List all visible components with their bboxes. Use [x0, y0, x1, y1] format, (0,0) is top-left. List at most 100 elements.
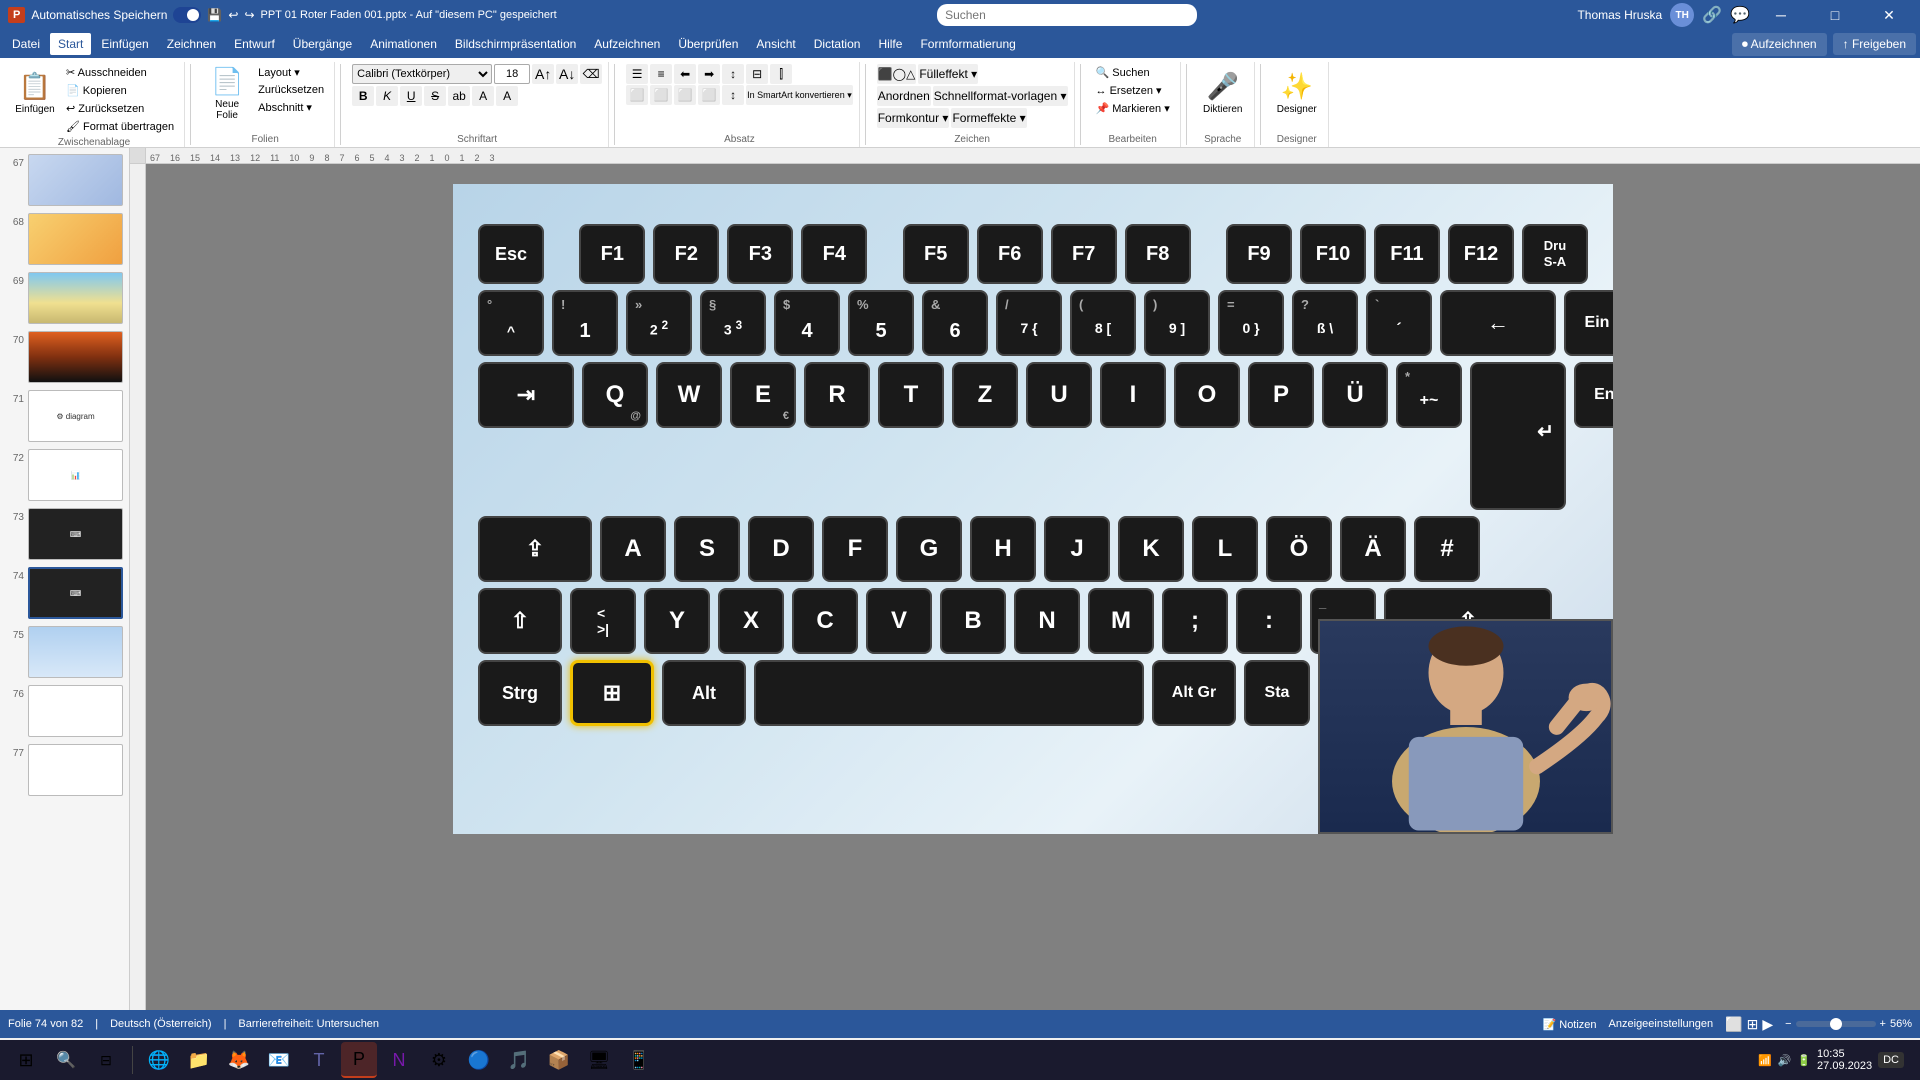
slide-thumb-68[interactable]: 68	[4, 211, 125, 267]
normal-view-button[interactable]: ⬜	[1725, 1016, 1742, 1033]
notes-button[interactable]: 📝 Notizen	[1542, 1018, 1596, 1031]
format-uebertragen-button[interactable]: 🖌 Format übertragen	[62, 118, 178, 135]
app1-button[interactable]: 🔵	[461, 1042, 497, 1078]
indent-increase-button[interactable]: ➡	[698, 64, 720, 84]
kopieren-button[interactable]: 📄 Kopieren	[62, 82, 178, 99]
formkontur-button[interactable]: Formkontur ▾	[877, 108, 950, 128]
menu-animationen[interactable]: Animationen	[362, 33, 445, 55]
aufzeichnen-button[interactable]: ⏺ Aufzeichnen	[1732, 33, 1827, 56]
close-button[interactable]: ✕	[1866, 0, 1912, 30]
zuruecksetzen-button[interactable]: ↩ Zurücksetzen	[62, 100, 178, 117]
font-increase-button[interactable]: A↑	[532, 64, 554, 84]
menu-bildschirm[interactable]: Bildschirmpräsentation	[447, 33, 584, 55]
app3-button[interactable]: 📦	[541, 1042, 577, 1078]
zoom-out-button[interactable]: −	[1785, 1018, 1791, 1030]
accessibility-indicator[interactable]: Barrierefreiheit: Untersuchen	[238, 1018, 379, 1030]
suchen-button[interactable]: 🔍 Suchen	[1092, 64, 1174, 81]
fuleffekt-button[interactable]: Fülleffekt ▾	[918, 64, 978, 84]
font-decrease-button[interactable]: A↓	[556, 64, 578, 84]
slide-thumb-77[interactable]: 77	[4, 742, 125, 798]
toolbar-save-icon[interactable]: 💾	[207, 8, 222, 22]
view-settings-button[interactable]: Anzeigeeinstellungen	[1609, 1018, 1714, 1030]
menu-entwurf[interactable]: Entwurf	[226, 33, 283, 55]
zoom-slider[interactable]	[1796, 1021, 1876, 1027]
underline-button[interactable]: U	[400, 86, 422, 106]
teams-button[interactable]: T	[301, 1042, 337, 1078]
smartart-button[interactable]: In SmartArt konvertieren ▾	[746, 85, 853, 105]
markieren-button[interactable]: 📌 Markieren ▾	[1092, 100, 1174, 117]
slide-thumb-74[interactable]: 74 ⌨	[4, 565, 125, 621]
font-size-input[interactable]	[494, 64, 530, 84]
menu-ansicht[interactable]: Ansicht	[748, 33, 803, 55]
ausschneiden-button[interactable]: ✂ Ausschneiden	[62, 64, 178, 81]
slide-thumb-76[interactable]: 76	[4, 683, 125, 739]
maximize-button[interactable]: □	[1812, 0, 1858, 30]
linespacing-button[interactable]: ↕	[722, 85, 744, 105]
explorer-button[interactable]: 📁	[181, 1042, 217, 1078]
shadow-button[interactable]: ab	[448, 86, 470, 106]
search-input[interactable]	[937, 4, 1197, 26]
powerpoint-taskbar-button[interactable]: P	[341, 1042, 377, 1078]
shapes-button[interactable]: ⬛◯△	[877, 64, 917, 84]
slide-sorter-button[interactable]: ⊞	[1747, 1016, 1759, 1033]
language-indicator[interactable]: Deutsch (Österreich)	[110, 1018, 211, 1030]
slide-thumb-75[interactable]: 75	[4, 624, 125, 680]
autosave-toggle[interactable]	[173, 7, 201, 23]
toolbar-redo-icon[interactable]: ↪	[244, 8, 254, 22]
align-center-button[interactable]: ⬜	[650, 85, 672, 105]
designer-button[interactable]: ✨ Designer	[1272, 64, 1322, 122]
diktieren-button[interactable]: 🎤 Diktieren	[1198, 64, 1248, 122]
ersetzen-button[interactable]: ↔ Ersetzen ▾	[1092, 82, 1174, 99]
slide-thumb-69[interactable]: 69	[4, 270, 125, 326]
abschnitt-button[interactable]: Abschnitt ▾	[254, 99, 328, 116]
fontcolor-button[interactable]: A	[472, 86, 494, 106]
slide-thumb-67[interactable]: 67	[4, 152, 125, 208]
menu-datei[interactable]: Datei	[4, 33, 48, 55]
indent-decrease-button[interactable]: ⬅	[674, 64, 696, 84]
menu-aufzeichnen[interactable]: Aufzeichnen	[586, 33, 668, 55]
numlist-button[interactable]: ≡	[650, 64, 672, 84]
onenote-button[interactable]: N	[381, 1042, 417, 1078]
schnellformatvorlagen-button[interactable]: Schnellformat-vorlagen ▾	[933, 86, 1068, 106]
bold-button[interactable]: B	[352, 86, 374, 106]
list-button[interactable]: ☰	[626, 64, 648, 84]
mail-button[interactable]: 📧	[261, 1042, 297, 1078]
strikethrough-button[interactable]: S	[424, 86, 446, 106]
comments-icon[interactable]: 💬	[1730, 5, 1750, 25]
search-taskbar-button[interactable]: 🔍	[48, 1042, 84, 1078]
firefox-button[interactable]: 🦊	[221, 1042, 257, 1078]
justify-button[interactable]: ⬜	[698, 85, 720, 105]
menu-start[interactable]: Start	[50, 33, 91, 55]
menu-dictation[interactable]: Dictation	[806, 33, 869, 55]
einfuegen-button[interactable]: 📋 Einfügen	[10, 64, 60, 122]
app5-button[interactable]: 📱	[621, 1042, 657, 1078]
share-icon[interactable]: 🔗	[1702, 5, 1722, 25]
app4-button[interactable]: 🖥	[581, 1042, 617, 1078]
menu-formformatierung[interactable]: Formformatierung	[912, 33, 1023, 55]
slide-thumb-73[interactable]: 73 ⌨	[4, 506, 125, 562]
menu-einfuegen[interactable]: Einfügen	[93, 33, 156, 55]
align-left-button[interactable]: ⬜	[626, 85, 648, 105]
settings-button[interactable]: ⚙	[421, 1042, 457, 1078]
toolbar-undo-icon[interactable]: ↩	[228, 8, 238, 22]
menu-hilfe[interactable]: Hilfe	[870, 33, 910, 55]
zuruecksetzen2-button[interactable]: Zurücksetzen	[254, 82, 328, 98]
layout-button[interactable]: Layout ▾	[254, 64, 328, 81]
taskview-button[interactable]: ⊟	[88, 1042, 124, 1078]
ordnen-button[interactable]: Anordnen	[877, 86, 931, 106]
presentation-button[interactable]: ▶	[1762, 1016, 1773, 1033]
columns-button[interactable]: ⫿	[770, 64, 792, 84]
menu-uebergaenge[interactable]: Übergänge	[285, 33, 360, 55]
textdirection-button[interactable]: ↕	[722, 64, 744, 84]
minimize-button[interactable]: ─	[1758, 0, 1804, 30]
app2-button[interactable]: 🎵	[501, 1042, 537, 1078]
font-family-select[interactable]: Calibri (Textkörper)	[352, 64, 492, 84]
menu-zeichnen[interactable]: Zeichnen	[159, 33, 224, 55]
align-right-button[interactable]: ⬜	[674, 85, 696, 105]
edge-button[interactable]: 🌐	[141, 1042, 177, 1078]
slide-thumb-71[interactable]: 71 ⚙ diagram	[4, 388, 125, 444]
slide-thumb-72[interactable]: 72 📊	[4, 447, 125, 503]
neue-folie-button[interactable]: 📄 NeueFolie	[202, 64, 252, 122]
menu-ueberpruefen[interactable]: Überprüfen	[670, 33, 746, 55]
freigeben-button[interactable]: ↑ Freigeben	[1833, 33, 1916, 55]
